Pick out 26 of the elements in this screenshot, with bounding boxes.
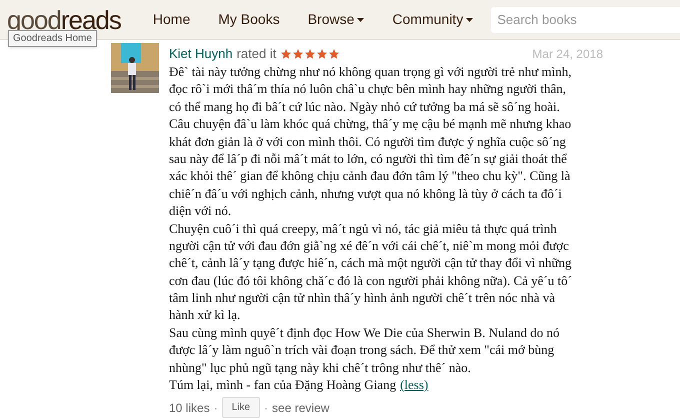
- nav-link[interactable]: Browse: [298, 9, 374, 30]
- nav-link[interactable]: My Books: [208, 9, 290, 30]
- rated-label: rated it: [236, 45, 276, 63]
- star-icon: [280, 48, 292, 60]
- caret-icon: [466, 18, 474, 22]
- review-paragraph: Câu chuyện đâ`u làm khóc quá chừng, thâ´y mẹ cậu bé mạnh mẽ nhưng khao khát đơn giản là ở với con mình thôi. Có người tìm được ý nghĩa cuộc sô´ng sau này để lâ´p đi nỗi mâ´t mát to lớn, có người thì tìm đê´n sự giải thoát thể xác khỏi thê´ gian để không chịu cảnh đau đớn tâm lý "theo chu kỳ". Cũng là chiê´n đâ´u với nghịch cảnh, nhưng vượt qua nó không là tùy ở cách ta đô´i diện với nó.: [169, 115, 572, 220]
- search-field[interactable]: Search books: [491, 6, 680, 32]
- star-icon: [304, 48, 316, 60]
- review-paragraph: Túm lại, mình - fan của Đặng Hoàng Giang: [169, 376, 396, 394]
- tooltip: Goodreads Home: [8, 30, 97, 47]
- caret-icon: [357, 18, 364, 22]
- separator-dot: ·: [264, 400, 268, 417]
- nav-link[interactable]: Home: [142, 9, 200, 30]
- like-button[interactable]: Like: [222, 397, 260, 418]
- nav-link[interactable]: Community: [382, 9, 484, 30]
- likes-count[interactable]: 10 likes: [169, 398, 210, 417]
- star-icon: [316, 48, 328, 60]
- review-paragraph: Sau cùng mình quyê´t định đọc How We Die của Sherwin B. Nuland do nó được lâ´y làm nguô`n trích vài đoạn trong sách. Để thử xem "cái mớ bùng nhùng" lục phủ ngũ tạng này khi chê´t trông như thê´ nào.: [169, 324, 560, 376]
- separator-dot: ·: [214, 400, 218, 417]
- user-link[interactable]: Kiet Huynh: [169, 45, 233, 63]
- see-review-link[interactable]: see review: [272, 398, 330, 417]
- star-icon: [328, 48, 340, 60]
- star-icon: [292, 48, 304, 60]
- review-paragraph: Chuyện cuô´i thì quá creepy, mâ´t ngủ vì nó, tác giả miêu tả thực quá trình người cận tử với đau đớn giằ`ng xé đê´n với cái chê´t, niê`m mong mỏi được chê´t, cảnh lâ´y tạng được hiê´n, cách mà một người cận tử thay đổi vì những cơn đau (lúc đó tôi không chă´c đó là con người phải không nữa). Cả yê´u tô´ tâm linh như người cận tử nhìn thâ´y hình ảnh người chê´t trên nóc nhà và hành xử kì lạ.: [169, 220, 573, 324]
- review-paragraph: Đê` tài này tưởng chừng như nó không quan trọng gì với người trẻ như mình, đọc rô`i mới thâ´m thía nó luôn châ`u chực bên mình hay những người thân, có thể mang họ đi bâ´t cứ lúc nào. Ngày nhỏ cứ tưởng ba má sẽ sô´ng hoài.: [169, 63, 572, 116]
- less-link[interactable]: (less): [400, 376, 428, 394]
